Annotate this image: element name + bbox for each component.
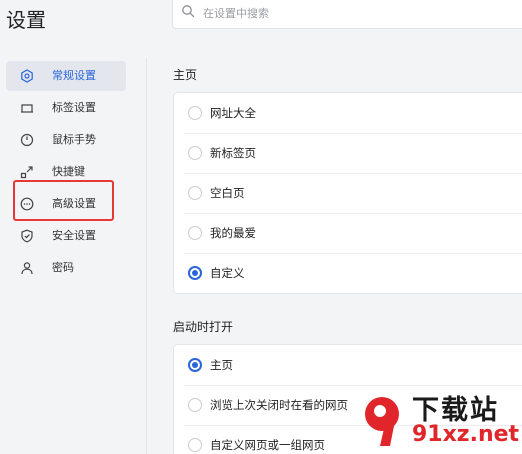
homepage-options-card: 网址大全 新标签页 空白页 我的最爱 自定义 (173, 92, 522, 294)
tab-icon (21, 104, 33, 113)
radio-label: 自定义 (210, 266, 245, 280)
radio-label: 自定义网页或一组网页 (210, 438, 325, 452)
sidebar-item-password[interactable]: 密码 (6, 253, 126, 283)
sidebar-item-label: 密码 (52, 261, 74, 274)
sidebar-item-security[interactable]: 安全设置 (6, 221, 126, 251)
radio-button-checked[interactable] (188, 358, 202, 372)
radio-label: 新标签页 (210, 146, 256, 160)
radio-option-custom[interactable]: 自定义 (174, 253, 522, 293)
shield-icon (21, 229, 33, 243)
sidebar-item-label: 快捷键 (52, 165, 85, 178)
sidebar-item-label: 鼠标手势 (52, 133, 96, 146)
watermark-url: 91xz.net (412, 422, 520, 447)
search-icon (182, 5, 195, 18)
radio-label: 空白页 (210, 186, 245, 200)
mouse-icon (20, 133, 34, 147)
highlight-annotation-box (13, 180, 114, 221)
sidebar-item-mouse-gestures[interactable]: 鼠标手势 (6, 125, 126, 155)
sidebar-item-label: 标签设置 (52, 101, 96, 114)
radio-option-blank[interactable]: 空白页 (174, 173, 522, 213)
radio-option-favorites[interactable]: 我的最爱 (174, 213, 522, 253)
radio-label: 网址大全 (210, 106, 256, 120)
search-input[interactable]: 在设置中搜索 (172, 0, 522, 29)
search-placeholder: 在设置中搜索 (203, 7, 269, 20)
startup-section-title: 启动时打开 (173, 320, 234, 334)
radio-label: 我的最爱 (210, 226, 256, 240)
radio-button[interactable] (188, 438, 202, 452)
watermark-logo-icon (365, 397, 399, 446)
radio-button-checked[interactable] (188, 266, 202, 280)
sidebar-item-general[interactable]: 常规设置 (6, 61, 126, 91)
radio-label: 主页 (210, 358, 233, 372)
watermark: 下载站 91xz.net (360, 388, 522, 454)
user-icon (21, 262, 33, 275)
sidebar-item-label: 安全设置 (52, 229, 96, 242)
shortcut-icon (20, 166, 33, 179)
radio-button[interactable] (188, 398, 202, 412)
content-divider (146, 58, 147, 454)
radio-button[interactable] (188, 226, 202, 240)
gear-icon (21, 69, 33, 83)
sidebar-item-label: 常规设置 (52, 69, 96, 82)
radio-button[interactable] (188, 146, 202, 160)
radio-option-homepage[interactable]: 主页 (174, 345, 522, 385)
radio-button[interactable] (188, 106, 202, 120)
radio-button[interactable] (188, 186, 202, 200)
homepage-section-title: 主页 (173, 68, 198, 82)
sidebar-item-tabs[interactable]: 标签设置 (6, 93, 126, 123)
page-title: 设置 (6, 8, 46, 32)
radio-option-nav-site[interactable]: 网址大全 (174, 93, 522, 133)
radio-label: 浏览上次关闭时在看的网页 (210, 398, 348, 412)
radio-option-new-tab[interactable]: 新标签页 (174, 133, 522, 173)
